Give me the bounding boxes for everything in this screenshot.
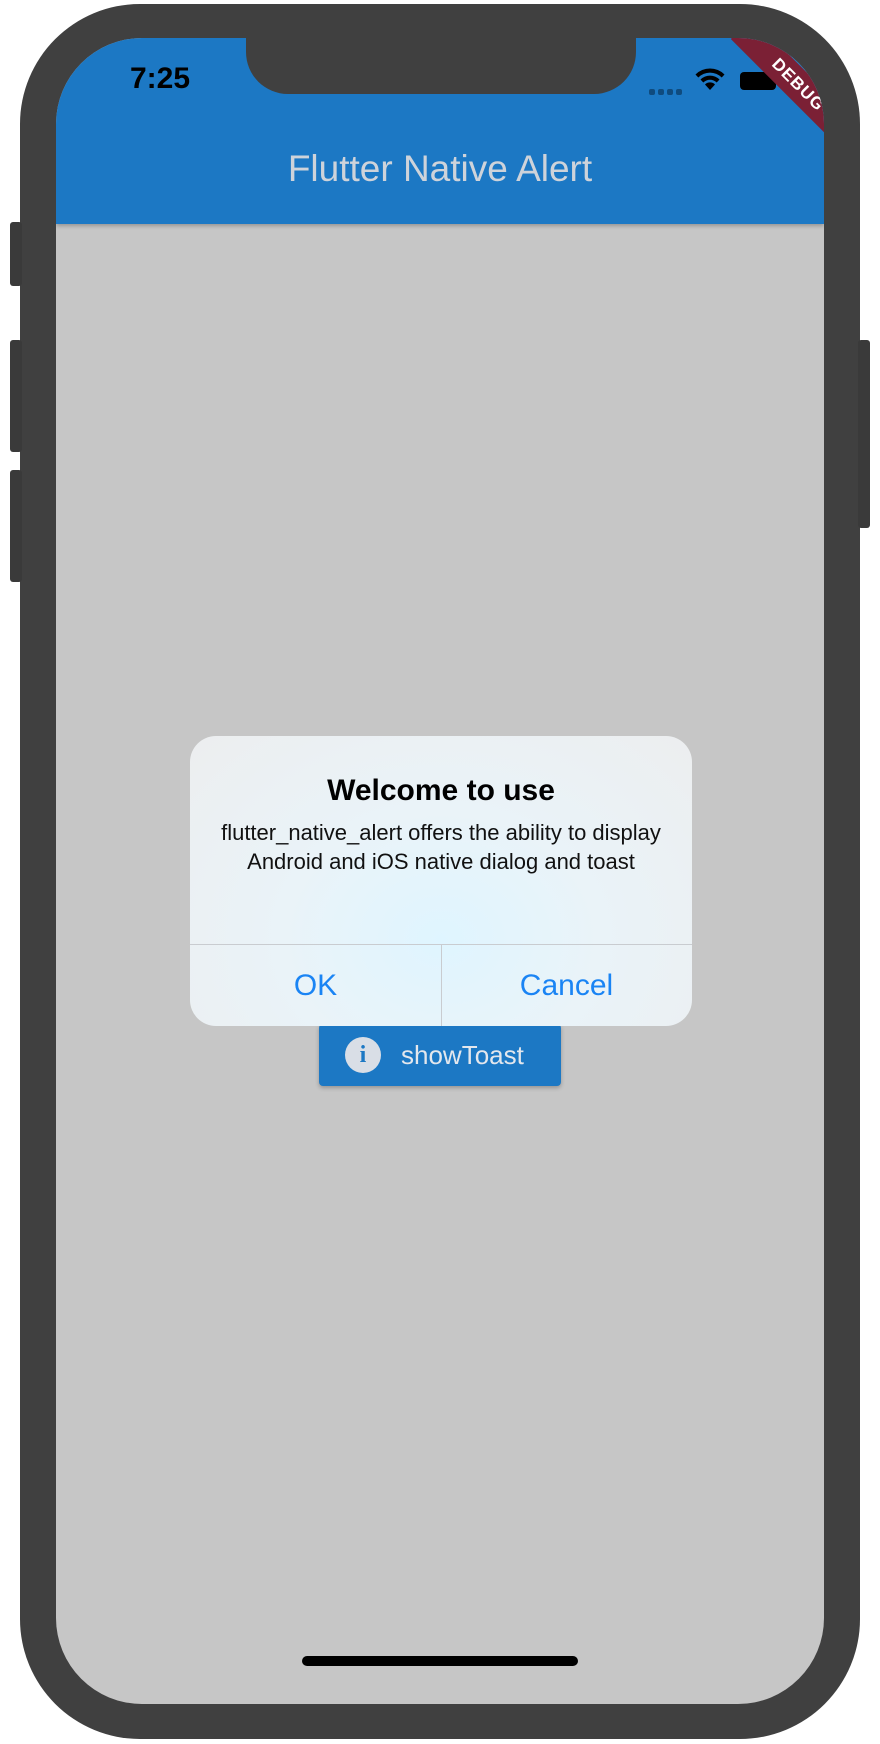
volume-down-button: [10, 470, 22, 582]
info-icon: i: [345, 1037, 381, 1073]
alert-dialog: Welcome to use flutter_native_alert offe…: [190, 736, 692, 1026]
alert-message: flutter_native_alert offers the ability …: [221, 820, 661, 874]
notch: [246, 38, 636, 94]
phone-screen: Flutter Native Alert 7:25 DEBUG i showTo…: [56, 38, 824, 1704]
mute-switch: [10, 222, 22, 286]
volume-up-button: [10, 340, 22, 452]
alert-title: Welcome to use: [327, 774, 555, 807]
signal-icon: [649, 82, 689, 95]
home-indicator[interactable]: [302, 1656, 578, 1666]
show-toast-button[interactable]: i showToast: [319, 1024, 561, 1086]
cancel-button[interactable]: Cancel: [441, 945, 692, 1026]
show-toast-label: showToast: [401, 1040, 524, 1070]
debug-banner: DEBUG: [684, 38, 824, 178]
status-time: 7:25: [130, 62, 191, 95]
debug-banner-label: DEBUG: [730, 38, 824, 153]
power-button: [858, 340, 870, 528]
ok-button[interactable]: OK: [190, 945, 441, 1026]
